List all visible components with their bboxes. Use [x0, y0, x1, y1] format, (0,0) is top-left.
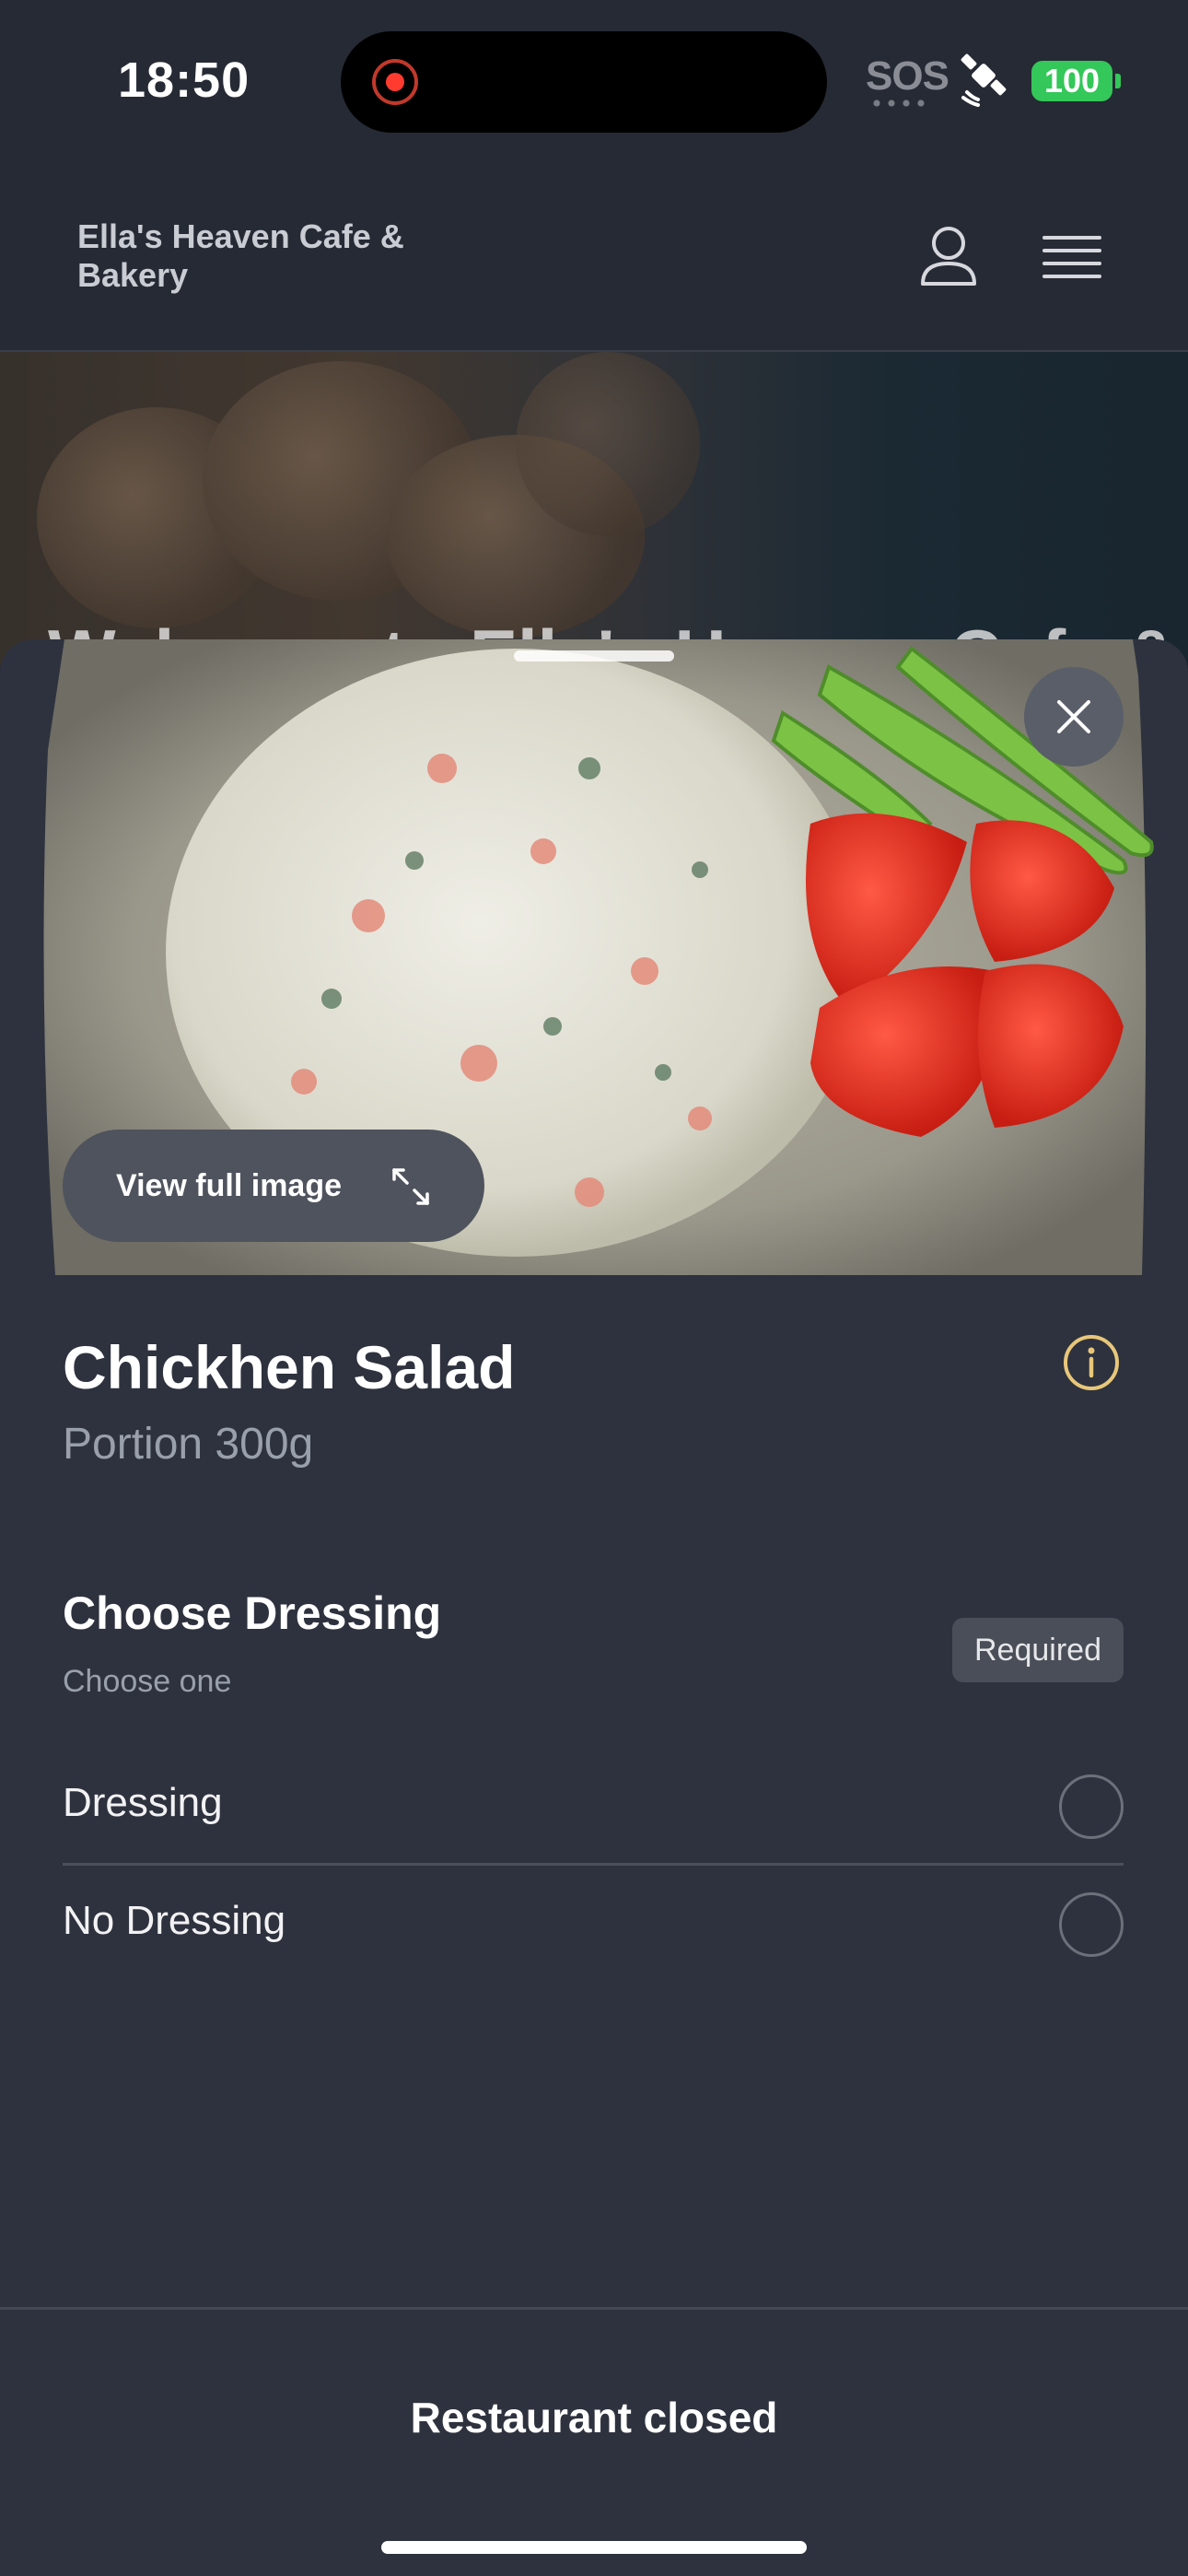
battery-icon: 100	[1031, 61, 1112, 101]
status-bar: 18:50 SOS 100	[0, 0, 1188, 157]
hero-banner: Welcome to Ella's Heaven Cafe &	[0, 352, 1188, 665]
dressing-section-hint: Choose one	[63, 1664, 232, 1699]
restaurant-closed-label: Restaurant closed	[410, 2394, 778, 2441]
battery-nub	[1115, 74, 1121, 88]
product-modal: View full image Chickhen Salad Portion 3…	[0, 639, 1188, 2576]
status-time: 18:50	[118, 53, 250, 108]
satellite-icon	[961, 53, 1007, 107]
dynamic-island	[341, 31, 827, 133]
menu-icon[interactable]	[1042, 234, 1101, 282]
sos-indicator: SOS	[866, 53, 949, 99]
option-no-dressing[interactable]: No Dressing	[63, 1867, 1124, 1981]
record-indicator-icon	[372, 59, 418, 105]
signal-dots	[869, 100, 928, 107]
info-icon[interactable]	[1063, 1334, 1120, 1391]
dressing-section-title: Choose Dressing	[63, 1587, 442, 1639]
sheet-grabber[interactable]	[514, 650, 674, 662]
site-header: Ella's Heaven Cafe & Bakery	[0, 157, 1188, 352]
modal-footer: Restaurant closed	[0, 2307, 1188, 2576]
radio-button[interactable]	[1059, 1892, 1124, 1957]
option-dressing[interactable]: Dressing	[63, 1749, 1124, 1863]
view-full-image-button[interactable]: View full image	[63, 1130, 484, 1242]
user-icon[interactable]	[917, 223, 980, 289]
option-label: Dressing	[63, 1780, 223, 1825]
brand-name[interactable]: Ella's Heaven Cafe & Bakery	[77, 217, 464, 295]
product-portion: Portion 300g	[63, 1420, 314, 1469]
radio-button[interactable]	[1059, 1774, 1124, 1839]
home-indicator[interactable]	[381, 2541, 807, 2554]
close-icon	[1057, 700, 1090, 733]
option-label: No Dressing	[63, 1898, 286, 1943]
view-full-image-label: View full image	[116, 1168, 343, 1203]
product-title: Chickhen Salad	[63, 1333, 516, 1401]
required-badge: Required	[952, 1618, 1124, 1682]
expand-icon	[392, 1168, 429, 1205]
option-divider	[63, 1863, 1124, 1866]
close-button[interactable]	[1024, 667, 1124, 767]
